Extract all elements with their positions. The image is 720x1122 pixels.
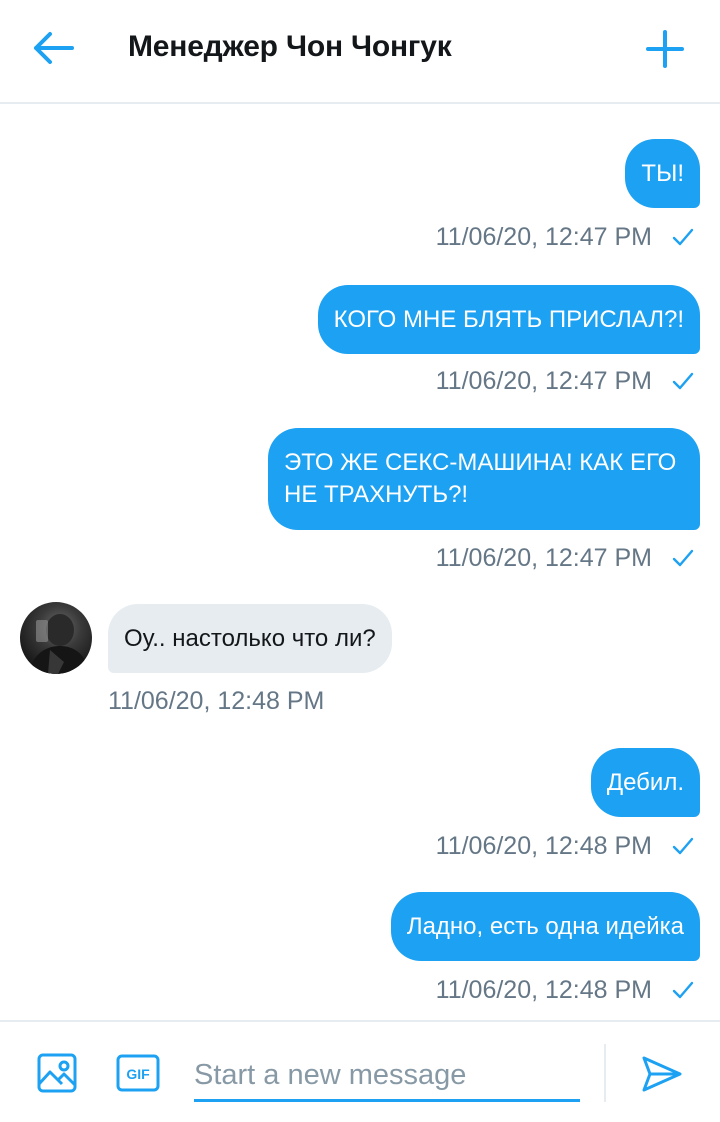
message-meta: 11/06/20, 12:48 PM [436, 975, 694, 1005]
conversation-title: Менеджер Чон Чонгук [128, 30, 452, 63]
avatar-photo [28, 614, 90, 674]
add-button[interactable] [640, 24, 690, 74]
message-meta: 11/06/20, 12:47 PM [436, 222, 694, 252]
incoming-message-bubble[interactable]: Оу.. настолько что ли? [108, 604, 392, 673]
message-text: ТЫ! [641, 159, 684, 187]
message-text: Дебил. [606, 768, 684, 796]
outgoing-message-bubble[interactable]: Ладно, есть одна идейка [390, 892, 700, 961]
composer-divider [604, 1044, 606, 1102]
dm-conversation: Менеджер Чон Чонгук ТЫ! 11/06/20, 12:47 … [0, 0, 720, 1122]
checkmark-icon [672, 549, 694, 567]
message-input[interactable] [194, 1052, 580, 1102]
add-gif-button[interactable]: GIF [116, 1054, 160, 1092]
message-timestamp: 11/06/20, 12:47 PM [435, 222, 652, 251]
gif-label: GIF [126, 1066, 150, 1082]
add-image-button[interactable] [36, 1052, 78, 1094]
message-meta: 11/06/20, 12:48 PM [436, 831, 694, 861]
message-timestamp: 11/06/20, 12:48 PM [435, 831, 652, 860]
checkmark-icon [672, 837, 694, 855]
message-meta: 11/06/20, 12:48 PM [108, 686, 324, 716]
message-timestamp: 11/06/20, 12:48 PM [108, 686, 325, 715]
message-timestamp: 11/06/20, 12:48 PM [435, 975, 652, 1004]
message-timestamp: 11/06/20, 12:47 PM [435, 366, 652, 395]
message-text: Ладно, есть одна идейка [406, 912, 684, 940]
avatar[interactable] [20, 602, 92, 674]
message-meta: 11/06/20, 12:47 PM [436, 366, 694, 396]
image-icon [37, 1053, 77, 1093]
message-text: Оу.. настолько что ли? [124, 624, 376, 652]
arrow-left-icon [34, 32, 74, 64]
outgoing-message-bubble[interactable]: ТЫ! [625, 139, 700, 208]
checkmark-icon [672, 228, 694, 246]
message-text: КОГО МНЕ БЛЯТЬ ПРИСЛАЛ?! [333, 305, 684, 333]
back-button[interactable] [30, 26, 82, 70]
checkmark-icon [672, 981, 694, 999]
conversation-header: Менеджер Чон Чонгук [0, 0, 720, 104]
message-composer: GIF [0, 1020, 720, 1122]
plus-icon [646, 30, 684, 68]
send-icon [642, 1056, 682, 1092]
gif-icon: GIF [116, 1054, 160, 1092]
message-text: ЭТО ЖЕ СЕКС-МАШИНА! КАК ЕГО НЕ ТРАХНУТЬ?… [284, 449, 677, 508]
send-button[interactable] [640, 1052, 684, 1096]
message-meta: 11/06/20, 12:47 PM [436, 543, 694, 573]
checkmark-icon [672, 372, 694, 390]
outgoing-message-bubble[interactable]: ЭТО ЖЕ СЕКС-МАШИНА! КАК ЕГО НЕ ТРАХНУТЬ?… [268, 428, 700, 530]
message-timestamp: 11/06/20, 12:47 PM [435, 543, 652, 572]
outgoing-message-bubble[interactable]: КОГО МНЕ БЛЯТЬ ПРИСЛАЛ?! [317, 285, 700, 354]
outgoing-message-bubble[interactable]: Дебил. [590, 748, 700, 817]
